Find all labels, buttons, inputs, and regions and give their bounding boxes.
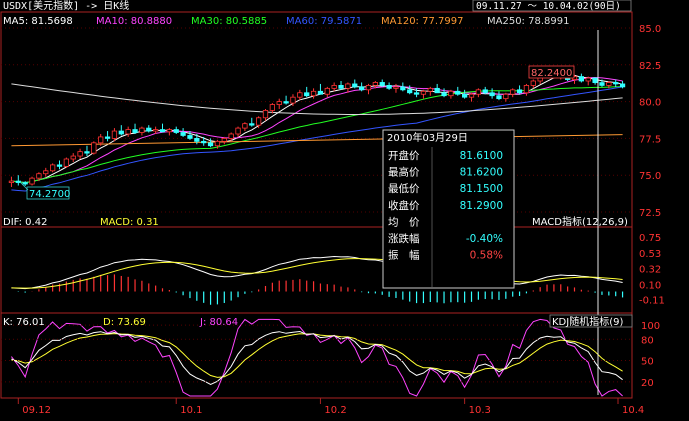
- ma-legend-item: MA120: 77.7997: [381, 16, 463, 27]
- date-tick-label: 10.3: [469, 405, 491, 416]
- macd-tick-label: 0.75: [639, 233, 661, 244]
- date-tick-label: 09.12: [22, 405, 51, 416]
- macd-tick-label: 0.32: [639, 264, 661, 275]
- ma-legend-item: MA250: 78.8991: [487, 16, 569, 27]
- ma-legend-item: MA30: 80.5885: [191, 16, 267, 27]
- tooltip-row-value: -0.40%: [466, 233, 503, 245]
- macd-axis: 0.75 0.53 0.32 0.10 -0.11: [639, 233, 665, 306]
- symbol-title: USDX[美元指数] -> 日K线: [3, 0, 129, 12]
- k-label: K: 76.01: [3, 317, 45, 328]
- price-high-label: 82.2400: [531, 68, 572, 79]
- kdj-tick-label: 50: [641, 357, 654, 368]
- ohlc-tooltip: 2010年03月29日 开盘价 81.6100 最高价 81.6200 最低价 81.15…: [382, 129, 515, 289]
- candle: [50, 163, 56, 173]
- macd-indicator-name: MACD指标(12,26,9): [532, 215, 628, 228]
- date-tick-label: 10.4: [622, 405, 644, 416]
- tooltip-row-label: 涨跌幅: [388, 232, 420, 245]
- ma-legend-item: MA5: 81.5698: [3, 16, 73, 27]
- price-tick-label: 80.0: [639, 98, 661, 109]
- kdj-tick-label: 100: [641, 321, 660, 332]
- candle: [29, 176, 35, 186]
- tooltip-row-value: 81.2900: [460, 200, 503, 212]
- price-tick-label: 75.0: [639, 171, 661, 182]
- date-tick-label: 10.2: [324, 405, 346, 416]
- price-tick-label: 82.5: [639, 61, 661, 72]
- dif-label: DIF: 0.42: [3, 217, 47, 228]
- tooltip-date: 2010年03月29日: [387, 131, 468, 144]
- price-tick-label: 77.5: [639, 134, 661, 145]
- d-label: D: 73.69: [103, 317, 146, 328]
- kdj-indicator-name: KDJ随机指标(9): [552, 315, 623, 328]
- tooltip-row-value: 0.58%: [470, 250, 503, 262]
- chart-background: [0, 0, 689, 421]
- stock-chart: USDX[美元指数] -> 日K线 09.11.27 ～ 10.04.02(90…: [0, 0, 689, 421]
- tooltip-row-value: 81.6200: [460, 167, 503, 179]
- kdj-tick-label: 80: [641, 335, 654, 346]
- tooltip-row-label: 最高价: [388, 166, 420, 179]
- tooltip-row-label: 均 价: [388, 216, 420, 228]
- macd-label: MACD: 0.31: [100, 217, 159, 228]
- tooltip-row-label: 振 幅: [388, 249, 420, 262]
- ma-legend-item: MA60: 79.5871: [286, 16, 362, 27]
- macd-tick-label: 0.53: [639, 249, 661, 260]
- kdj-tick-label: 20: [641, 378, 654, 389]
- candle: [63, 157, 69, 168]
- date-tick-label: 10.1: [180, 405, 202, 416]
- tooltip-row-value: 81.6100: [460, 150, 503, 162]
- tooltip-row-label: 收盘价: [388, 199, 420, 212]
- price-tick-label: 85.0: [639, 24, 661, 35]
- macd-tick-label: 0.10: [639, 280, 661, 291]
- macd-tick-label: -0.11: [639, 295, 665, 306]
- price-low-label: 74.2700: [29, 189, 70, 200]
- candle: [91, 141, 97, 155]
- tooltip-row-label: 最低价: [388, 182, 420, 195]
- tooltip-row-label: 开盘价: [388, 149, 420, 162]
- tooltip-row-value: 81.1500: [460, 183, 503, 195]
- ma-legend-item: MA10: 80.8880: [96, 16, 172, 27]
- price-tick-label: 72.5: [639, 208, 661, 219]
- j-label: J: 80.64: [199, 317, 238, 328]
- date-range: 09.11.27 ～ 10.04.02(90日): [476, 1, 621, 12]
